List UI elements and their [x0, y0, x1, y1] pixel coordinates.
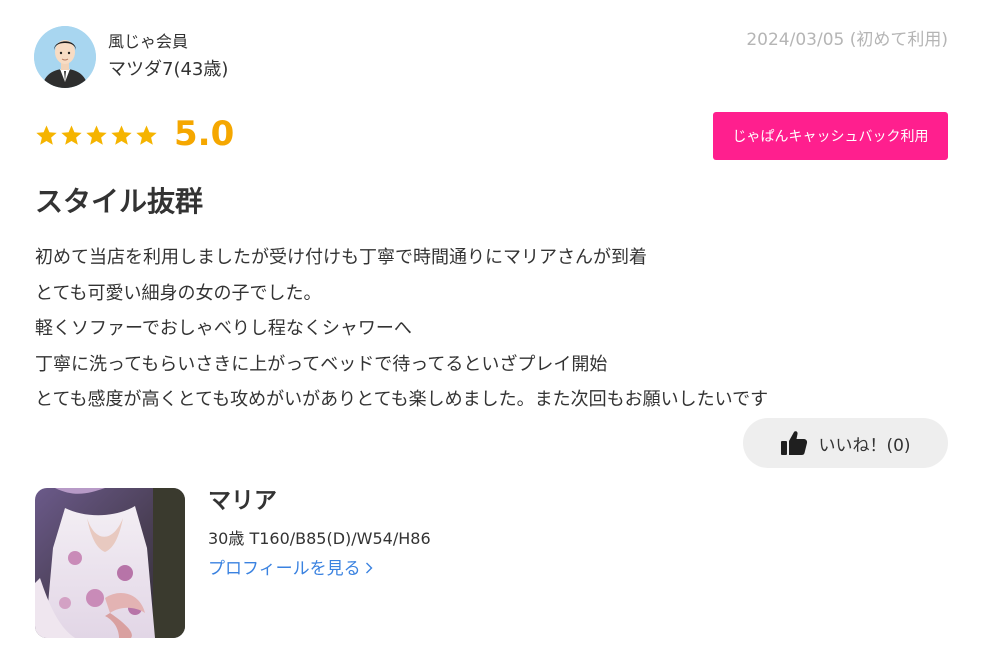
review-line: 初めて当店を利用しましたが受け付けも丁寧で時間通りにマリアさんが到着	[35, 247, 647, 268]
like-button[interactable]: いいね！(0)	[743, 418, 948, 468]
star-icon	[135, 124, 158, 147]
star-icon	[110, 124, 133, 147]
review-title: スタイル抜群	[35, 185, 204, 218]
review-body: 初めて当店を利用しましたが受け付けも丁寧で時間通りにマリアさんが到着 とても可愛い…	[35, 240, 915, 418]
review-line: 軽くソファーでおしゃべりし程なくシャワーへ	[35, 318, 412, 339]
chevron-right-icon	[365, 557, 373, 581]
review-line: とても可愛い細身の女の子でした。	[35, 282, 322, 304]
cast-photo[interactable]	[35, 488, 185, 638]
cast-profile: 30歳 T160/B85(D)/W54/H86	[208, 529, 431, 548]
review-line: とても感度が高くとても攻めがいがありとても楽しめました。また次回もお願いしたいで…	[35, 389, 769, 410]
profile-link[interactable]: プロフィールを見る	[208, 557, 373, 581]
star-rating	[35, 124, 158, 147]
member-type: 風じゃ会員	[108, 32, 189, 51]
star-icon	[60, 124, 83, 147]
cashback-button-label: じゃぱんキャッシュバック利用	[732, 129, 929, 145]
user-avatar-icon	[34, 26, 96, 88]
rating-score: 5.0	[174, 114, 235, 154]
thumbs-up-icon	[780, 430, 808, 456]
reviewer-avatar	[34, 26, 96, 88]
like-label: いいね！(0)	[818, 435, 911, 456]
star-icon	[85, 124, 108, 147]
review-line: 丁寧に洗ってもらいさきに上がってベッドで待ってるといざプレイ開始	[35, 353, 608, 375]
cashback-button[interactable]: じゃぱんキャッシュバック利用	[713, 112, 948, 160]
review-date: 2024/03/05 (初めて利用)	[746, 30, 948, 50]
star-icon	[35, 124, 58, 147]
profile-link-label: プロフィールを見る	[208, 559, 361, 579]
reviewer-name: マツダ7(43歳)	[108, 59, 229, 80]
cast-name: マリア	[208, 488, 277, 514]
